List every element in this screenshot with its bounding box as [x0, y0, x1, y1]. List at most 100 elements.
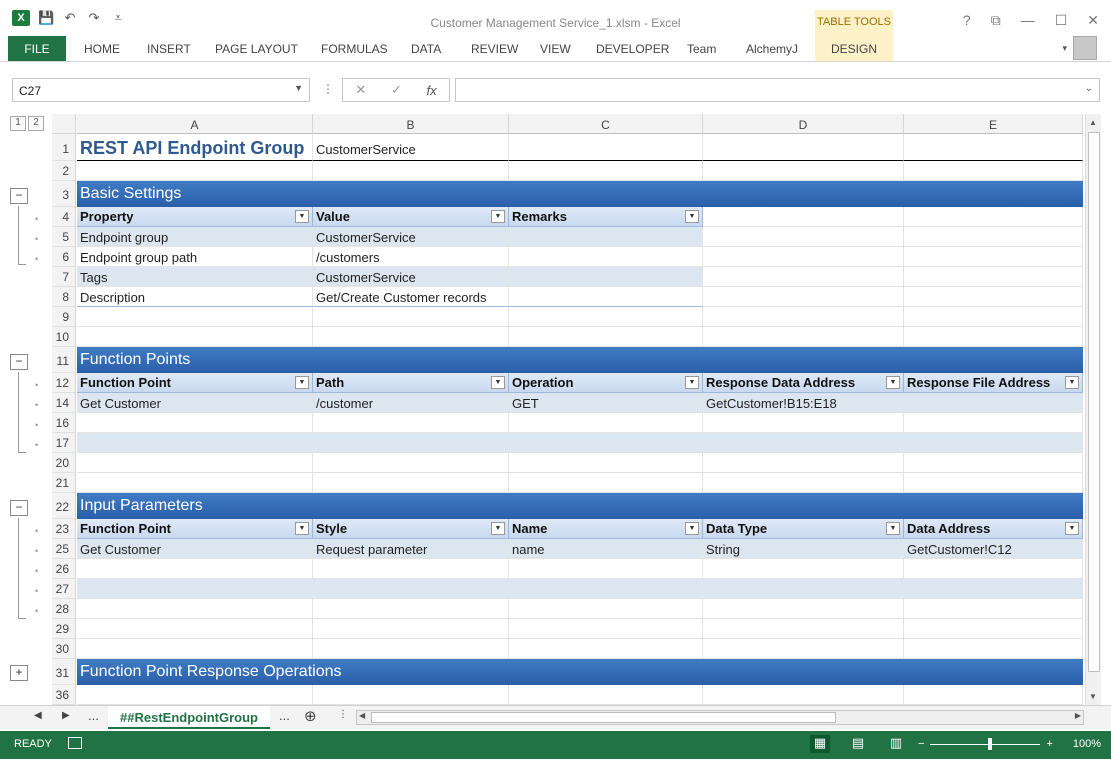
cell[interactable]: [904, 227, 1083, 247]
tab-view[interactable]: VIEW: [540, 42, 571, 56]
table-cell[interactable]: [509, 559, 703, 579]
scroll-up-icon[interactable]: ▲: [1089, 118, 1097, 127]
tab-alchemyj[interactable]: AlchemyJ: [746, 42, 798, 56]
filter-dropdown-icon[interactable]: ▼: [1065, 522, 1079, 535]
cell[interactable]: [509, 619, 703, 639]
section-input-parameters[interactable]: Input Parameters: [77, 493, 1083, 519]
cell[interactable]: [904, 247, 1083, 267]
table-cell[interactable]: Get/Create Customer records: [313, 287, 509, 307]
collapse-group-button[interactable]: −: [10, 188, 28, 204]
tab-insert[interactable]: INSERT: [147, 42, 191, 56]
outline-level-2-button[interactable]: 2: [28, 116, 44, 131]
table-cell[interactable]: Endpoint group path: [77, 247, 313, 267]
row-header[interactable]: 4: [52, 207, 76, 227]
tab-data[interactable]: DATA: [411, 42, 441, 56]
row-header[interactable]: 36: [52, 685, 76, 705]
column-header-d[interactable]: D: [703, 114, 904, 134]
tab-file[interactable]: FILE: [8, 36, 66, 61]
table-header-data-type[interactable]: Data Type ▼: [703, 519, 904, 539]
table-header-remarks[interactable]: Remarks ▼: [509, 207, 703, 227]
row-header[interactable]: 7: [52, 267, 76, 287]
row-header[interactable]: 30: [52, 639, 76, 659]
cell[interactable]: [703, 453, 904, 473]
cell[interactable]: [509, 639, 703, 659]
more-sheets-right-button[interactable]: ...: [279, 708, 290, 723]
zoom-level[interactable]: 100%: [1073, 738, 1101, 750]
table-header-function-point[interactable]: Function Point ▼: [77, 519, 313, 539]
collapse-group-button[interactable]: −: [10, 500, 28, 516]
cell[interactable]: [703, 267, 904, 287]
section-basic-settings[interactable]: Basic Settings: [77, 181, 1083, 207]
cell[interactable]: [77, 307, 313, 327]
outline-level-1-button[interactable]: 1: [10, 116, 26, 131]
ribbon-display-icon[interactable]: ⧉: [991, 12, 1001, 29]
table-cell[interactable]: [77, 559, 313, 579]
cell[interactable]: [904, 327, 1083, 347]
filter-dropdown-icon[interactable]: ▼: [886, 522, 900, 535]
cell[interactable]: [77, 161, 313, 181]
cell[interactable]: [703, 161, 904, 181]
row-header[interactable]: 1: [52, 134, 76, 161]
filter-dropdown-icon[interactable]: ▼: [886, 376, 900, 389]
filter-dropdown-icon[interactable]: ▼: [685, 522, 699, 535]
table-header-property[interactable]: Property ▼: [77, 207, 313, 227]
table-cell[interactable]: Get Customer: [77, 393, 313, 413]
prev-sheet-icon[interactable]: ◀: [34, 710, 42, 721]
zoom-slider[interactable]: [930, 737, 1041, 750]
tab-splitter-icon[interactable]: ⋮: [338, 709, 348, 720]
section-function-point-response-operations[interactable]: Function Point Response Operations: [77, 659, 1083, 685]
zoom-slider-knob[interactable]: [988, 737, 993, 750]
vertical-scrollbar[interactable]: ▲ ▼: [1085, 114, 1101, 705]
table-cell[interactable]: [703, 559, 904, 579]
more-sheets-left-button[interactable]: ...: [88, 708, 99, 723]
cell[interactable]: [703, 619, 904, 639]
tab-review[interactable]: REVIEW: [471, 42, 518, 56]
cell[interactable]: [313, 639, 509, 659]
row-header[interactable]: 8: [52, 287, 76, 307]
avatar[interactable]: [1073, 36, 1097, 60]
scroll-right-icon[interactable]: ▶: [1075, 711, 1081, 720]
column-header-c[interactable]: C: [509, 114, 703, 134]
sheet-tab-restendpointgroup[interactable]: ##RestEndpointGroup: [108, 706, 270, 729]
cell[interactable]: [703, 685, 904, 705]
cell[interactable]: [904, 207, 1083, 227]
cell[interactable]: [904, 685, 1083, 705]
row-header[interactable]: 25: [52, 539, 76, 559]
filter-dropdown-icon[interactable]: ▼: [1065, 376, 1079, 389]
page-break-view-icon[interactable]: ▥: [886, 735, 906, 753]
table-cell[interactable]: Description: [77, 287, 313, 307]
table-cell[interactable]: String: [703, 539, 904, 559]
cell[interactable]: [77, 685, 313, 705]
cell[interactable]: [313, 327, 509, 347]
cell[interactable]: [904, 453, 1083, 473]
cell[interactable]: [313, 473, 509, 493]
filter-dropdown-icon[interactable]: ▼: [491, 522, 505, 535]
scroll-down-icon[interactable]: ▼: [1089, 692, 1097, 701]
table-header-name[interactable]: Name ▼: [509, 519, 703, 539]
table-cell[interactable]: [509, 267, 703, 287]
filter-dropdown-icon[interactable]: ▼: [685, 210, 699, 223]
cell[interactable]: [77, 327, 313, 347]
name-box[interactable]: C27 ▼: [12, 78, 310, 102]
zoom-out-button[interactable]: −: [918, 738, 924, 750]
filter-dropdown-icon[interactable]: ▼: [491, 210, 505, 223]
table-header-operation[interactable]: Operation ▼: [509, 373, 703, 393]
table-cell[interactable]: [509, 287, 703, 307]
cell[interactable]: [77, 473, 313, 493]
row-header[interactable]: 12: [52, 373, 76, 393]
chevron-down-icon[interactable]: ▾: [1062, 43, 1067, 54]
cell[interactable]: [509, 685, 703, 705]
table-cell[interactable]: [313, 413, 509, 433]
table-cell[interactable]: [904, 393, 1083, 413]
table-header-function-point[interactable]: Function Point ▼: [77, 373, 313, 393]
table-header-path[interactable]: Path ▼: [313, 373, 509, 393]
cell[interactable]: [904, 619, 1083, 639]
collapse-group-button[interactable]: −: [10, 354, 28, 370]
cell[interactable]: [77, 639, 313, 659]
table-header-response-data-address[interactable]: Response Data Address ▼: [703, 373, 904, 393]
filter-dropdown-icon[interactable]: ▼: [491, 376, 505, 389]
table-cell[interactable]: [904, 559, 1083, 579]
table-cell[interactable]: Endpoint group: [77, 227, 313, 247]
row-header[interactable]: 11: [52, 347, 76, 373]
cell[interactable]: [703, 327, 904, 347]
